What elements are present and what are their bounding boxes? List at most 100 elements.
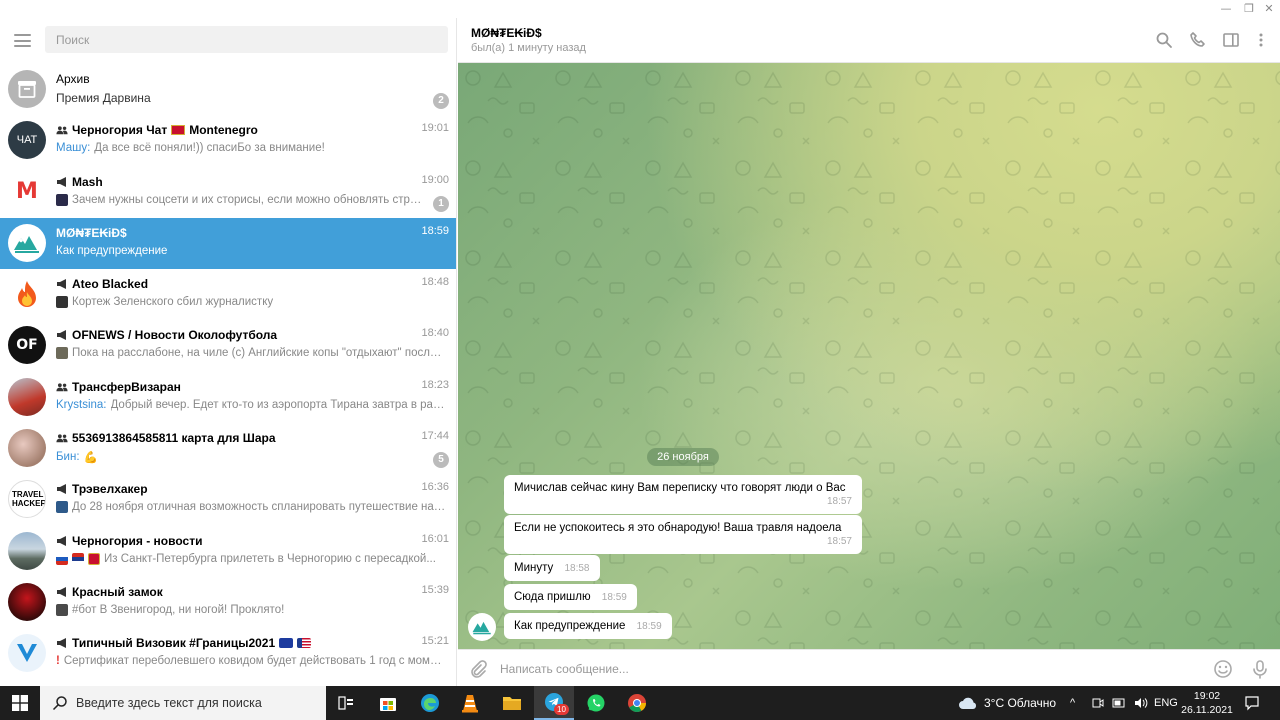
hamburger-menu-icon[interactable] — [14, 34, 31, 47]
chat-item[interactable]: Типичный Визовик #Границы2021 15:21 ! Сер… — [0, 628, 456, 679]
message-bubble[interactable]: Сюда пришлю 18:59 — [504, 584, 637, 610]
unread-badge: 2 — [433, 93, 449, 109]
search-icon[interactable] — [1155, 31, 1173, 49]
chat-time: 15:39 — [421, 583, 449, 596]
windows-start-icon[interactable] — [0, 686, 40, 720]
microphone-icon[interactable] — [1250, 659, 1270, 679]
travelhacker-logo-avatar: TRAVEL HACKER — [8, 480, 46, 519]
telegram-unread-badge: 10 — [554, 704, 569, 715]
chat-title: Черногория Чат Montenegro — [56, 122, 356, 138]
taskbar-search[interactable] — [40, 686, 326, 720]
window-titlebar: — ❐ ✕ — [0, 0, 1280, 18]
montekids-logo-avatar — [8, 223, 46, 262]
weather-text[interactable]: 3°C Облачно — [984, 686, 1056, 720]
message-time: 18:59 — [636, 621, 662, 632]
chat-item[interactable]: OF OFNEWS / Новости Околофутбола 18:40 П… — [0, 320, 456, 371]
chat-item-active[interactable]: MØ₦₮E₭iĐ$ 18:59 Как предупреждение — [0, 217, 456, 270]
message-input[interactable] — [500, 659, 1180, 679]
minimize-button[interactable]: — — [1215, 0, 1237, 18]
serbia-flag-icon — [72, 552, 84, 565]
close-button[interactable]: ✕ — [1258, 0, 1280, 18]
avatar — [8, 377, 46, 416]
media-thumbnail — [56, 347, 68, 360]
chat-preview: Из Санкт-Петербурга прилететь в Черногор… — [56, 552, 446, 565]
chat-item-archive[interactable]: Архив Премия Дарвина 2 — [0, 64, 456, 115]
edge-icon[interactable] — [410, 686, 450, 720]
fire-icon — [8, 275, 46, 314]
chat-time: 16:01 — [421, 532, 449, 545]
message-time: 18:59 — [601, 592, 627, 603]
chat-item[interactable]: ТрансферВизаран 18:23 Krystsina: Добрый в… — [0, 372, 456, 423]
message-composer — [458, 649, 1280, 686]
chat-item[interactable]: Ateo Blacked 18:48 Кортеж Зеленского сби… — [0, 269, 456, 320]
message-bubble[interactable]: Минуту 18:58 — [504, 555, 600, 581]
meet-now-icon[interactable] — [1092, 697, 1104, 709]
message-bubble[interactable]: Как предупреждение 18:59 — [504, 613, 672, 639]
montenegro-flag-icon — [171, 125, 186, 136]
taskbar-search-input[interactable] — [76, 696, 316, 710]
battery-icon[interactable] — [1112, 697, 1126, 709]
telegram-icon[interactable]: 10 — [534, 686, 574, 720]
store-icon[interactable] — [368, 686, 408, 720]
tray-chevron-up-icon[interactable]: ^ — [1070, 686, 1075, 720]
message-time: 18:58 — [564, 563, 590, 574]
vlc-icon[interactable] — [450, 686, 490, 720]
video-thumbnail — [56, 296, 68, 309]
channel-megaphone-icon — [57, 279, 66, 290]
chat-title: Черногория - новости — [56, 533, 356, 549]
notification-icon[interactable] — [1244, 695, 1260, 714]
taskbar-clock[interactable]: 19:02 26.11.2021 — [1180, 689, 1234, 717]
montenegro-flag-icon — [88, 552, 100, 565]
tray-icons — [1092, 697, 1148, 709]
channel-megaphone-icon — [57, 638, 66, 649]
chat-preview: Премия Дарвина — [56, 91, 151, 105]
message-time: 18:57 — [826, 536, 852, 547]
volume-icon[interactable] — [1134, 697, 1148, 709]
attach-paperclip-icon[interactable] — [468, 659, 488, 679]
chat-title: Красный замок — [56, 584, 356, 600]
channel-megaphone-icon — [57, 484, 66, 495]
ofnews-logo-avatar: OF — [8, 326, 46, 365]
chat-item[interactable]: M Mash 19:00 Зачем нужны соцсети и их ст… — [0, 167, 456, 218]
chat-preview: Как предупреждение — [56, 244, 168, 257]
chat-header-title[interactable]: MØ₦₮E₭iĐ$ — [471, 26, 542, 40]
chat-item[interactable]: ЧАТ Черногория Чат Montenegro 19:01 Машу… — [0, 115, 456, 166]
chat-title: Трэвелхакер — [56, 481, 356, 497]
media-thumbnail — [56, 603, 68, 616]
file-explorer-icon[interactable] — [492, 686, 532, 720]
chat-item[interactable]: TRAVEL HACKER Трэвелхакер 16:36 До 28 но… — [0, 474, 456, 525]
avatar — [8, 582, 46, 621]
group-icon — [56, 434, 68, 443]
emoji-icon[interactable] — [1213, 659, 1233, 679]
message-bubble[interactable]: Если не успокоитесь я это обнародую! Ваш… — [504, 515, 862, 554]
archive-icon — [8, 70, 46, 108]
chat-item[interactable]: Красный замок 15:39 #бот В Звенигород, н… — [0, 577, 456, 628]
phone-icon[interactable] — [1189, 31, 1207, 49]
message-bubble[interactable]: Мичислав сейчас кину Вам переписку что г… — [504, 475, 862, 514]
chat-time: 18:59 — [421, 224, 449, 237]
chat-time: 18:40 — [421, 327, 449, 340]
media-thumbnail — [56, 193, 68, 206]
chat-time: 18:23 — [421, 378, 449, 391]
conversation-panel: MØ₦₮E₭iĐ$ был(а) 1 минуту назад 26 ноябр… — [458, 18, 1280, 686]
chat-list-panel: Архив Премия Дарвина 2 ЧАТ Черногория Ча… — [0, 18, 457, 686]
weather-icon[interactable] — [957, 695, 979, 714]
language-indicator[interactable]: ENG — [1154, 686, 1178, 720]
sender-avatar[interactable] — [468, 613, 496, 641]
chat-preview: Krystsina: Добрый вечер. Едет кто-то из а… — [56, 398, 446, 411]
chrome-icon[interactable] — [617, 686, 657, 720]
chat-time: 17:44 — [421, 430, 449, 443]
task-view-icon[interactable] — [326, 686, 366, 720]
chat-preview: ! Сертификат переболевшего ковидом будет … — [56, 655, 446, 668]
message-area[interactable]: 26 ноября Мичислав сейчас кину Вам переп… — [458, 63, 1280, 649]
chat-item[interactable]: 5536913864585811 карта для Шара 17:44 Би… — [0, 423, 456, 474]
more-vertical-icon[interactable] — [1252, 31, 1270, 49]
chat-item[interactable]: Черногория - новости 16:01 Из Санкт-Пете… — [0, 526, 456, 577]
search-input[interactable] — [45, 26, 448, 53]
search-icon — [52, 696, 67, 711]
chat-title: Mash — [56, 174, 356, 190]
maximize-button[interactable]: ❐ — [1238, 0, 1260, 18]
sidebar-toggle-icon[interactable] — [1222, 31, 1240, 49]
chat-preview: Бин: 💪 — [56, 451, 98, 465]
whatsapp-icon[interactable] — [576, 686, 616, 720]
